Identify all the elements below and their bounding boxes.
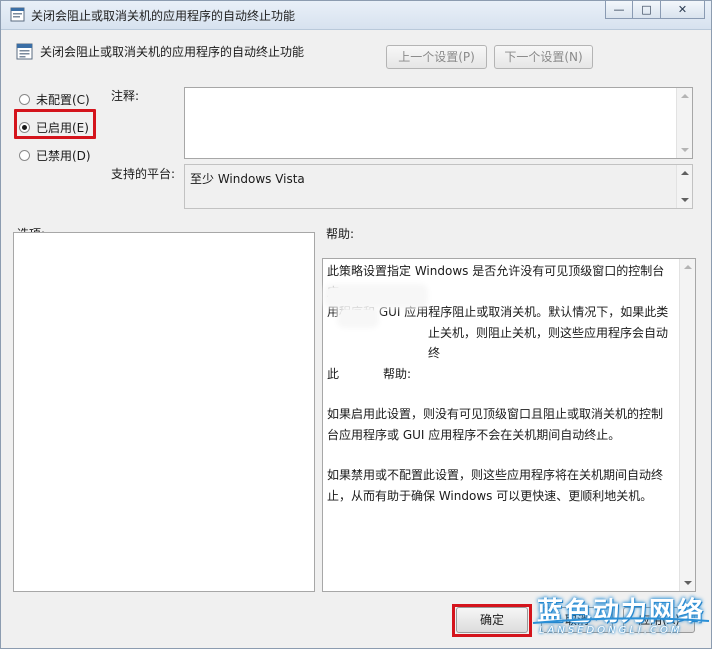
watermark-swoosh-icon: [532, 617, 710, 624]
ok-highlight-box: [452, 604, 532, 637]
maximize-button[interactable]: □: [633, 1, 661, 19]
previous-setting-button[interactable]: 上一个设置(P): [386, 45, 487, 69]
policy-dialog: 关闭会阻止或取消关机的应用程序的自动终止功能 — □ ✕ 关闭会阻止或取消关机的…: [0, 0, 712, 649]
help-line: 用程序和 GUI 应用程序阻止或取消关机。默认情况下，如果此类: [327, 305, 669, 319]
platform-scrollbar[interactable]: [676, 165, 692, 208]
scroll-down-icon[interactable]: [681, 148, 689, 152]
next-setting-button[interactable]: 下一个设置(N): [494, 45, 593, 69]
blurred-region: [341, 310, 375, 324]
scroll-down-icon[interactable]: [684, 581, 692, 585]
scroll-up-icon[interactable]: [681, 94, 689, 98]
title-bar[interactable]: 关闭会阻止或取消关机的应用程序的自动终止功能 — □ ✕: [1, 1, 711, 30]
help-scrollbar[interactable]: [679, 259, 695, 591]
scroll-down-icon[interactable]: [681, 198, 689, 202]
watermark-en-text: LANSEDONGLI.COM: [539, 625, 683, 636]
close-icon: ✕: [677, 3, 688, 16]
enabled-highlight-box: [14, 109, 96, 139]
comment-scrollbar[interactable]: [676, 88, 692, 158]
radio-disabled-label: 已禁用(D): [36, 149, 91, 163]
scroll-up-icon[interactable]: [681, 171, 689, 175]
help-label: 帮助:: [326, 227, 355, 241]
radio-not-configured-indicator[interactable]: [19, 94, 30, 105]
close-button[interactable]: ✕: [661, 1, 705, 19]
options-pane: [13, 232, 315, 592]
minimize-icon: —: [613, 3, 625, 16]
blurred-region: [328, 288, 424, 304]
minimize-button[interactable]: —: [605, 1, 633, 19]
site-watermark: 蓝色动力网络 LANSEDONGLI.COM: [523, 587, 711, 648]
help-inline-label: 帮助:: [383, 366, 412, 381]
maximize-icon: □: [641, 3, 652, 16]
platform-label: 支持的平台:: [111, 167, 176, 181]
caption-buttons: — □ ✕: [605, 1, 705, 21]
comment-textbox[interactable]: [184, 87, 693, 159]
comment-label: 注释:: [111, 89, 140, 103]
scroll-up-icon[interactable]: [684, 265, 692, 269]
setting-title: 关闭会阻止或取消关机的应用程序的自动终止功能: [40, 45, 305, 59]
policy-settings-icon: [10, 7, 25, 22]
window-title: 关闭会阻止或取消关机的应用程序的自动终止功能: [31, 9, 296, 23]
help-paragraph: 如果禁用或不配置此设置，则这些应用程序将在关机期间自动终止，从而有助于确保 Wi…: [327, 468, 664, 503]
radio-not-configured-label: 未配置(C): [36, 93, 90, 107]
radio-not-configured[interactable]: 未配置(C): [19, 91, 90, 108]
platform-value: 至少 Windows Vista: [190, 172, 305, 186]
help-line: 此: [327, 366, 340, 381]
help-paragraph: 如果启用此设置，则没有可见顶级窗口且阻止或取消关机的控制台应用程序或 GUI 应…: [327, 407, 664, 442]
radio-disabled[interactable]: 已禁用(D): [19, 147, 91, 164]
setting-document-icon: [16, 43, 33, 60]
radio-disabled-indicator[interactable]: [19, 150, 30, 161]
platform-textbox: 至少 Windows Vista: [184, 164, 693, 209]
help-line: 止关机，则阻止关机，则这些应用程序会自动终: [428, 325, 669, 361]
